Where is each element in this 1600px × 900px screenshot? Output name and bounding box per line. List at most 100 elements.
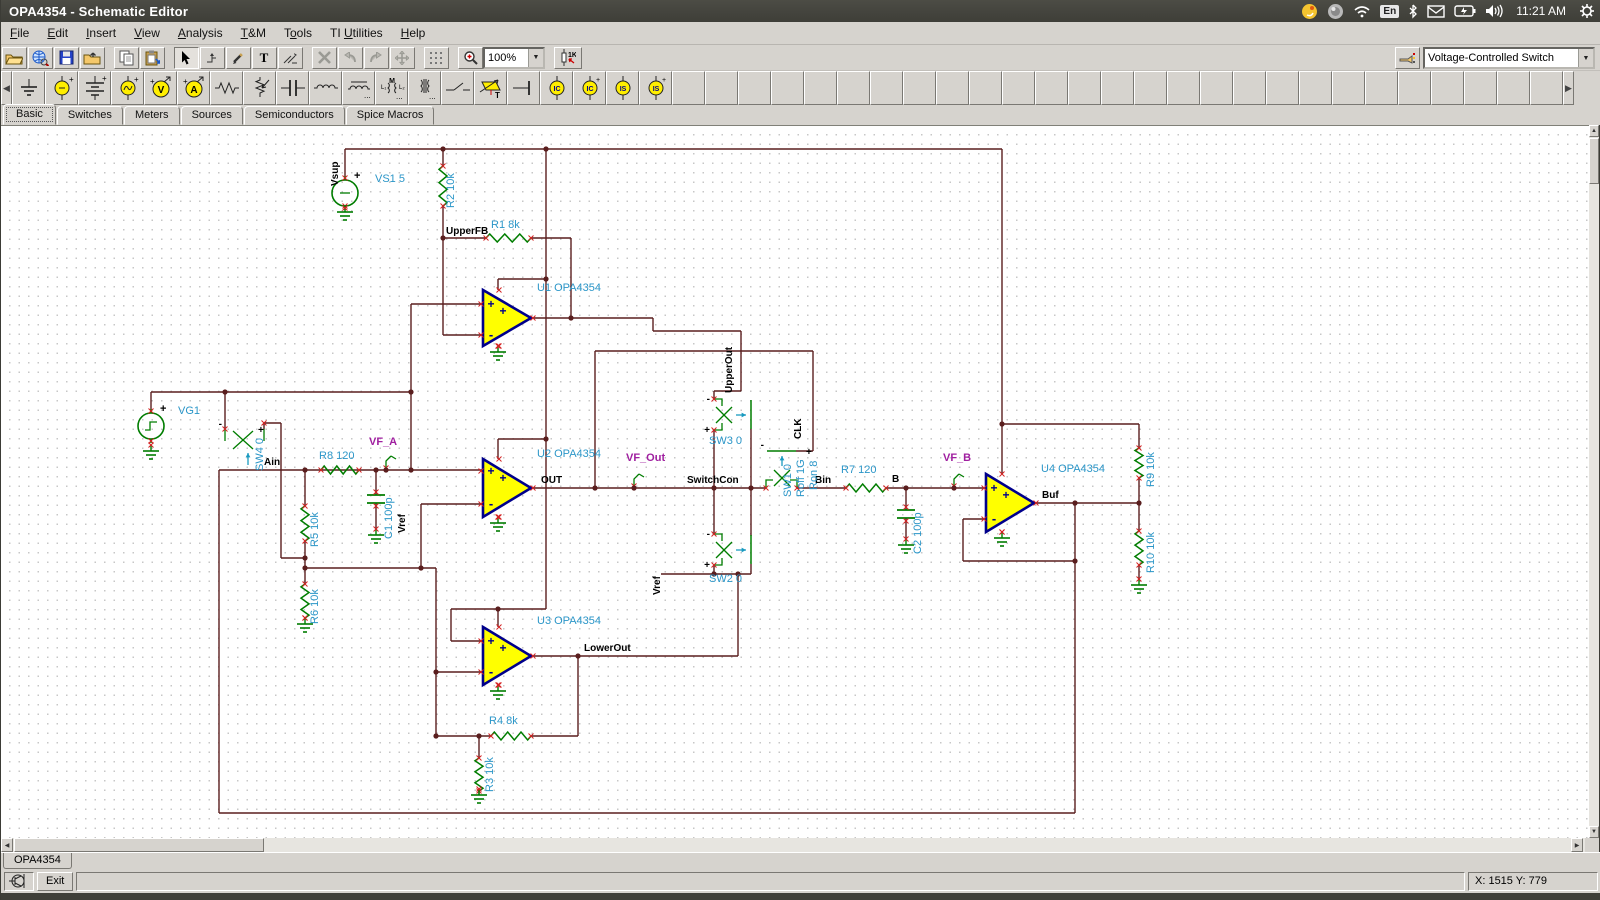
volume-orb-icon[interactable]: [1327, 3, 1344, 20]
opamp-U2[interactable]: ++-: [479, 457, 536, 520]
open-file-button[interactable]: [2, 47, 27, 69]
switch-SW2[interactable]: -+: [704, 529, 751, 571]
menu-analysis[interactable]: Analysis: [169, 23, 232, 43]
ground-symbol[interactable]: [143, 443, 159, 460]
opamp-U4[interactable]: ++-: [982, 472, 1039, 535]
tab-switches[interactable]: Switches: [57, 106, 123, 125]
vertical-scrollbar[interactable]: ▲ ▼: [1589, 125, 1599, 838]
component-potentiometer[interactable]: [243, 71, 276, 105]
resistor-R5[interactable]: [301, 504, 309, 544]
component-resistor[interactable]: [210, 71, 243, 105]
redo-button[interactable]: [364, 47, 389, 69]
exit-button[interactable]: Exit: [37, 872, 73, 891]
title-bar[interactable]: OPA4354 - Schematic Editor En11:21 AM: [1, 0, 1600, 22]
ground-symbol[interactable]: [1131, 577, 1147, 594]
undo-button[interactable]: [338, 47, 363, 69]
component-inductor-core[interactable]: ...: [342, 71, 375, 105]
component-source-ic2[interactable]: IC+: [573, 71, 606, 105]
menu-edit[interactable]: Edit: [38, 23, 77, 43]
doc-tab-opa4354[interactable]: OPA4354: [3, 853, 72, 869]
menu-help[interactable]: Help: [392, 23, 435, 43]
speaker-icon[interactable]: [1485, 4, 1503, 18]
wire-tool-button[interactable]: [278, 47, 303, 69]
opamp-U3[interactable]: ++-: [479, 625, 536, 688]
menu-view[interactable]: View: [125, 23, 169, 43]
palette-scroll-left[interactable]: ◀: [1, 71, 12, 105]
bluetooth-icon[interactable]: [1408, 4, 1418, 19]
chevron-down-icon[interactable]: ▼: [1578, 49, 1593, 67]
resistor-R3[interactable]: [475, 756, 483, 794]
ground-symbol[interactable]: [368, 527, 384, 544]
tab-sources[interactable]: Sources: [181, 106, 243, 125]
open-web-button[interactable]: [28, 47, 53, 69]
component-inductor[interactable]: [309, 71, 342, 105]
cut-button[interactable]: [312, 47, 337, 69]
opamp-U1[interactable]: ++-: [479, 288, 536, 349]
resistor-R10[interactable]: [1135, 529, 1143, 568]
battery-icon[interactable]: [1454, 5, 1476, 17]
component-mode-dropdown[interactable]: Voltage-Controlled Switch ▼: [1423, 47, 1595, 69]
zoom-tool-button[interactable]: [458, 47, 483, 69]
resistor-R9[interactable]: [1135, 446, 1143, 481]
component-battery[interactable]: +: [78, 71, 111, 105]
component-coupled-inductors[interactable]: ML₁L₂...: [375, 71, 408, 105]
component-voltmeter[interactable]: V+: [144, 71, 177, 105]
menu-ti-utilities[interactable]: TI Utilities: [321, 23, 392, 43]
component-source-ic1[interactable]: IC: [540, 71, 573, 105]
schematic-canvas[interactable]: ++++-++-++-++--+-+-+-+VsupUpperFBAinVref…: [1, 125, 1591, 838]
tab-meters[interactable]: Meters: [124, 106, 180, 125]
ground-symbol[interactable]: [490, 344, 506, 361]
scroll-left-button[interactable]: ◀: [1, 838, 13, 852]
last-component-button[interactable]: [200, 47, 225, 69]
meter-1k-button[interactable]: 1K: [554, 47, 582, 69]
move-button[interactable]: [390, 47, 415, 69]
scroll-down-button[interactable]: ▼: [1589, 826, 1599, 838]
component-jumper[interactable]: [507, 71, 540, 105]
component-transformer[interactable]: ...: [408, 71, 441, 105]
copy-button[interactable]: [114, 47, 139, 69]
text-tool-button[interactable]: T: [252, 47, 277, 69]
scroll-up-button[interactable]: ▲: [1589, 125, 1599, 137]
scroll-right-button[interactable]: ▶: [1571, 838, 1583, 852]
ground-symbol[interactable]: [490, 515, 506, 532]
component-switch[interactable]: [441, 71, 474, 105]
component-voltage-source[interactable]: +: [45, 71, 78, 105]
settings-gear-icon[interactable]: [1579, 3, 1595, 19]
source-VG1[interactable]: +: [138, 403, 166, 444]
menu-insert[interactable]: Insert: [77, 23, 125, 43]
zoom-level-dropdown[interactable]: 100%▼: [483, 47, 545, 69]
menu-t-m[interactable]: T&M: [232, 23, 275, 43]
switch-SW3[interactable]: -+: [704, 394, 751, 436]
tab-basic[interactable]: Basic: [3, 104, 56, 125]
component-ammeter[interactable]: A+: [177, 71, 210, 105]
resistor-R4[interactable]: [489, 732, 534, 740]
pencil-button[interactable]: [226, 47, 251, 69]
component-capacitor[interactable]: [276, 71, 309, 105]
component-mode-button[interactable]: [1395, 47, 1420, 69]
palette-scroll-right[interactable]: ▶: [1563, 71, 1574, 105]
grid-button[interactable]: [424, 47, 449, 69]
component-source-is1[interactable]: IS: [606, 71, 639, 105]
tab-spice-macros[interactable]: Spice Macros: [346, 106, 435, 125]
ground-symbol[interactable]: [490, 683, 506, 700]
resistor-R7[interactable]: [844, 484, 889, 492]
component-voltage-generator[interactable]: +: [111, 71, 144, 105]
hscroll-thumb[interactable]: [14, 838, 264, 852]
save-button[interactable]: [54, 47, 79, 69]
mail-icon[interactable]: [1427, 5, 1445, 18]
tab-semiconductors[interactable]: Semiconductors: [244, 106, 345, 125]
component-voltage-controlled-switch[interactable]: T: [474, 71, 507, 105]
vscroll-thumb[interactable]: [1589, 138, 1599, 184]
menu-tools[interactable]: Tools: [275, 23, 321, 43]
select-cursor-button[interactable]: [174, 47, 199, 69]
paste-button[interactable]: [140, 47, 165, 69]
lang-en-badge[interactable]: En: [1380, 5, 1399, 18]
menu-file[interactable]: File: [1, 23, 38, 43]
resistor-R1[interactable]: [484, 234, 534, 242]
component-source-is2[interactable]: IS+: [639, 71, 672, 105]
horizontal-scrollbar[interactable]: ◀ ▶: [1, 838, 1585, 852]
messenger-icon[interactable]: [1301, 3, 1318, 20]
component-ground[interactable]: [12, 71, 45, 105]
wifi-icon[interactable]: [1353, 4, 1371, 18]
export-button[interactable]: [80, 47, 105, 69]
